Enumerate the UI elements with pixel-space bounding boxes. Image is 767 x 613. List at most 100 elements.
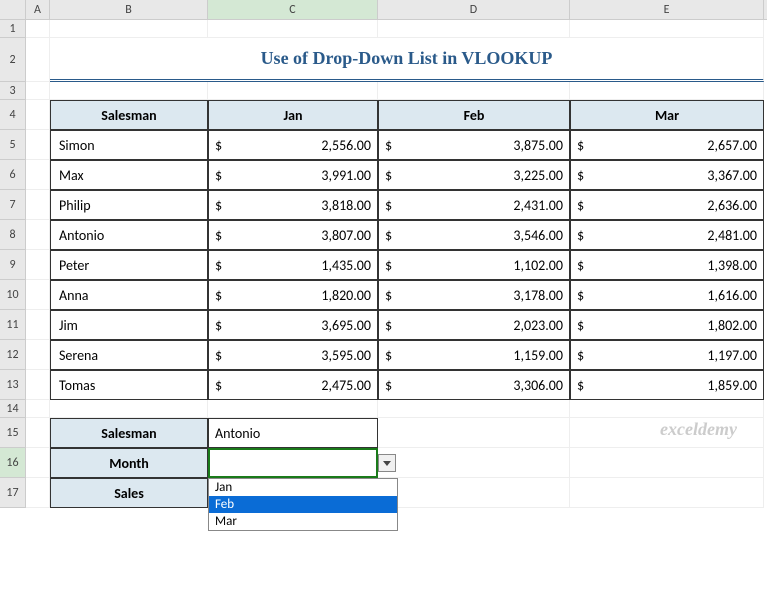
cell[interactable] xyxy=(26,478,50,508)
table-cell-jan[interactable]: $2,556.00 xyxy=(208,130,378,160)
cell[interactable] xyxy=(378,82,570,100)
table-cell-name[interactable]: Antonio xyxy=(50,220,208,250)
row-header-2[interactable]: 2 xyxy=(0,38,26,82)
row-header-8[interactable]: 8 xyxy=(0,220,26,250)
row-header-17[interactable]: 17 xyxy=(0,478,26,508)
lookup-label-sales[interactable]: Sales xyxy=(50,478,208,508)
row-header-6[interactable]: 6 xyxy=(0,160,26,190)
table-cell-feb[interactable]: $2,431.00 xyxy=(378,190,570,220)
table-cell-jan[interactable]: $3,807.00 xyxy=(208,220,378,250)
cell[interactable] xyxy=(570,418,764,448)
col-header-d[interactable]: D xyxy=(378,0,570,19)
cell[interactable] xyxy=(26,250,50,280)
table-cell-feb[interactable]: $1,159.00 xyxy=(378,340,570,370)
col-header-a[interactable]: A xyxy=(26,0,50,19)
table-cell-feb[interactable]: $3,178.00 xyxy=(378,280,570,310)
table-header-feb[interactable]: Feb xyxy=(378,100,570,130)
cell[interactable] xyxy=(50,20,208,38)
cell[interactable] xyxy=(208,400,378,418)
cell[interactable] xyxy=(50,82,208,100)
table-cell-mar[interactable]: $1,802.00 xyxy=(570,310,764,340)
cell[interactable] xyxy=(26,370,50,400)
row-header-15[interactable]: 15 xyxy=(0,418,26,448)
table-cell-feb[interactable]: $3,546.00 xyxy=(378,220,570,250)
cell[interactable] xyxy=(378,20,570,38)
select-all-corner[interactable] xyxy=(0,0,26,19)
table-cell-mar[interactable]: $1,859.00 xyxy=(570,370,764,400)
table-cell-name[interactable]: Max xyxy=(50,160,208,190)
col-header-e[interactable]: E xyxy=(570,0,764,19)
cell[interactable] xyxy=(570,20,764,38)
table-cell-name[interactable]: Peter xyxy=(50,250,208,280)
cell[interactable] xyxy=(26,130,50,160)
dropdown-toggle-button[interactable] xyxy=(378,454,396,472)
cell[interactable] xyxy=(26,190,50,220)
lookup-label-month[interactable]: Month xyxy=(50,448,208,478)
table-cell-jan[interactable]: $3,991.00 xyxy=(208,160,378,190)
cell[interactable] xyxy=(26,220,50,250)
cell[interactable] xyxy=(570,448,764,478)
table-header-jan[interactable]: Jan xyxy=(208,100,378,130)
lookup-label-salesman[interactable]: Salesman xyxy=(50,418,208,448)
cell[interactable] xyxy=(26,38,50,82)
cell[interactable] xyxy=(26,310,50,340)
row-header-11[interactable]: 11 xyxy=(0,310,26,340)
lookup-month-value[interactable] xyxy=(208,448,378,478)
table-cell-feb[interactable]: $2,023.00 xyxy=(378,310,570,340)
table-cell-name[interactable]: Philip xyxy=(50,190,208,220)
cell[interactable] xyxy=(570,478,764,508)
row-header-10[interactable]: 10 xyxy=(0,280,26,310)
table-cell-jan[interactable]: $3,695.00 xyxy=(208,310,378,340)
table-cell-mar[interactable]: $1,398.00 xyxy=(570,250,764,280)
col-header-b[interactable]: B xyxy=(50,0,208,19)
cell[interactable] xyxy=(570,400,764,418)
table-cell-jan[interactable]: $3,595.00 xyxy=(208,340,378,370)
table-cell-feb[interactable]: $1,102.00 xyxy=(378,250,570,280)
table-cell-feb[interactable]: $3,306.00 xyxy=(378,370,570,400)
col-header-c[interactable]: C xyxy=(208,0,378,19)
table-cell-feb[interactable]: $3,225.00 xyxy=(378,160,570,190)
cell[interactable] xyxy=(26,400,50,418)
row-header-9[interactable]: 9 xyxy=(0,250,26,280)
cell[interactable] xyxy=(26,280,50,310)
cell[interactable] xyxy=(26,100,50,130)
table-cell-jan[interactable]: $1,435.00 xyxy=(208,250,378,280)
table-cell-mar[interactable]: $1,197.00 xyxy=(570,340,764,370)
cell[interactable] xyxy=(378,400,570,418)
table-header-salesman[interactable]: Salesman xyxy=(50,100,208,130)
page-title[interactable]: Use of Drop-Down List in VLOOKUP xyxy=(50,38,764,82)
table-cell-feb[interactable]: $3,875.00 xyxy=(378,130,570,160)
row-header-12[interactable]: 12 xyxy=(0,340,26,370)
cell[interactable] xyxy=(26,448,50,478)
cell[interactable] xyxy=(570,82,764,100)
table-cell-jan[interactable]: $1,820.00 xyxy=(208,280,378,310)
table-cell-name[interactable]: Jim xyxy=(50,310,208,340)
dropdown-item-mar[interactable]: Mar xyxy=(209,513,397,530)
cell[interactable] xyxy=(378,478,570,508)
table-cell-mar[interactable]: $3,367.00 xyxy=(570,160,764,190)
cell[interactable] xyxy=(208,20,378,38)
cell[interactable] xyxy=(378,448,570,478)
row-header-1[interactable]: 1 xyxy=(0,20,26,38)
row-header-14[interactable]: 14 xyxy=(0,400,26,418)
cell[interactable] xyxy=(50,400,208,418)
table-cell-name[interactable]: Tomas xyxy=(50,370,208,400)
cell[interactable] xyxy=(26,20,50,38)
table-cell-mar[interactable]: $2,636.00 xyxy=(570,190,764,220)
lookup-salesman-value[interactable]: Antonio xyxy=(208,418,378,448)
row-header-4[interactable]: 4 xyxy=(0,100,26,130)
cell[interactable] xyxy=(26,82,50,100)
dropdown-item-jan[interactable]: Jan xyxy=(209,479,397,496)
table-cell-mar[interactable]: $2,657.00 xyxy=(570,130,764,160)
cell[interactable] xyxy=(208,82,378,100)
table-cell-name[interactable]: Serena xyxy=(50,340,208,370)
row-header-16[interactable]: 16 xyxy=(0,448,26,478)
cell[interactable] xyxy=(26,418,50,448)
table-header-mar[interactable]: Mar xyxy=(570,100,764,130)
cell[interactable] xyxy=(26,160,50,190)
table-cell-jan[interactable]: $2,475.00 xyxy=(208,370,378,400)
row-header-7[interactable]: 7 xyxy=(0,190,26,220)
table-cell-jan[interactable]: $3,818.00 xyxy=(208,190,378,220)
dropdown-item-feb[interactable]: Feb xyxy=(209,496,397,513)
row-header-5[interactable]: 5 xyxy=(0,130,26,160)
